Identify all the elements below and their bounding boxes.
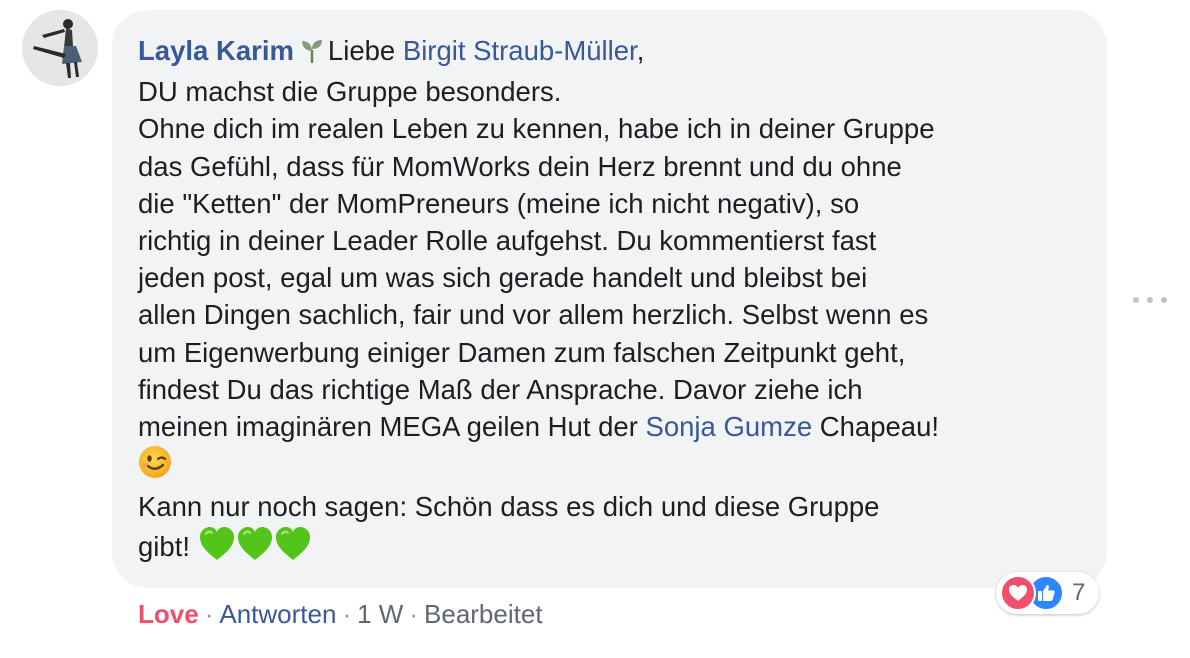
comment-line: allen Dingen sachlich, fair und vor alle… — [138, 299, 929, 331]
reaction-count: 7 — [1072, 579, 1086, 606]
separator: · — [342, 599, 352, 629]
reply-button[interactable]: Antworten — [219, 599, 336, 629]
separator: · — [409, 599, 419, 629]
dot — [1161, 297, 1167, 303]
comment-author[interactable]: Layla Karim — [138, 35, 294, 66]
green-heart-icon — [198, 526, 236, 571]
separator: · — [204, 599, 214, 629]
comment-line: die "Ketten" der MomPreneurs (meine ich … — [138, 187, 860, 219]
sprout-icon — [300, 36, 324, 73]
dot — [1147, 297, 1153, 303]
green-heart-icon — [274, 526, 312, 571]
avatar[interactable] — [22, 10, 98, 86]
comment-bubble: Layla Karim Liebe Birgit Straub-Müller, D… — [112, 10, 1107, 588]
closing-end: gibt! — [138, 530, 190, 562]
comment-text: Layla Karim Liebe Birgit Straub-Müller, D… — [138, 32, 1081, 571]
comment-line: um Eigenwerbung einiger Damen zum falsch… — [138, 336, 906, 368]
dot — [1133, 297, 1139, 303]
mention-birgit[interactable]: Birgit Straub-Müller — [403, 35, 637, 66]
timestamp[interactable]: 1 W — [357, 599, 403, 629]
hat-line-start: meinen imaginären MEGA geilen Hut der — [138, 411, 646, 443]
comment-actions: Love · Antworten · 1 W · Bearbeitet — [138, 598, 543, 630]
comment-line: richtig in deiner Leader Rolle aufgehst.… — [138, 225, 877, 257]
love-reaction-button[interactable]: Love — [138, 599, 199, 629]
comment-line: Ohne dich im realen Leben zu kennen, hab… — [138, 113, 935, 145]
comment-line: jeden post, egal um was sich gerade hand… — [138, 262, 868, 294]
winking-face-icon — [138, 445, 172, 488]
hat-line-end: Chapeau! — [812, 411, 940, 443]
comment-line: DU machst die Gruppe besonders. — [138, 76, 562, 108]
greeting-comma: , — [636, 35, 645, 66]
comment-line: Kann nur noch sagen: Schön dass es dich … — [138, 491, 880, 523]
comment-line: das Gefühl, dass für MomWorks dein Herz … — [138, 150, 902, 182]
mention-sonja[interactable]: Sonja Gumze — [646, 411, 813, 442]
comment-line: findest Du das richtige Maß der Ansprach… — [138, 373, 863, 405]
green-heart-icon — [236, 526, 274, 571]
reactions-summary[interactable]: 7 — [996, 572, 1100, 614]
edited-label[interactable]: Bearbeitet — [424, 599, 543, 629]
greeting-text: Liebe — [327, 35, 396, 66]
love-reaction-icon — [1000, 575, 1036, 611]
more-options-icon[interactable] — [1133, 290, 1167, 310]
